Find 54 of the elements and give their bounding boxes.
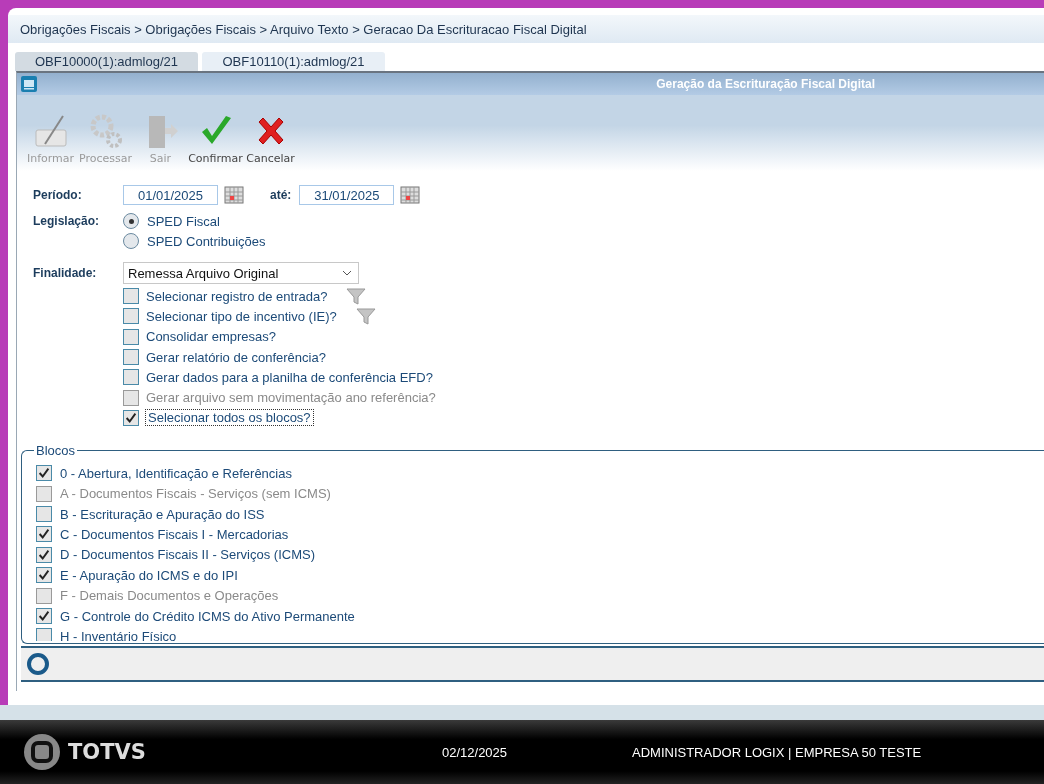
filter-icon[interactable] (346, 287, 367, 306)
checkbox[interactable] (36, 526, 52, 543)
field-label: Finalidade: (33, 266, 98, 280)
date-field[interactable]: 31/01/2025 (299, 185, 395, 205)
calendar-icon[interactable] (224, 186, 244, 204)
radio-button[interactable] (123, 233, 139, 249)
radio-button[interactable] (123, 213, 139, 229)
tab[interactable]: OBF10000(1):admlog/21 (15, 52, 198, 71)
date-text: 02/12/2025 (442, 744, 509, 760)
calendar-icon[interactable] (400, 186, 421, 204)
checkbox-label[interactable]: C - Documentos Fiscais I - Mercadorias (60, 526, 289, 542)
checkbox[interactable] (123, 288, 139, 305)
checkbox[interactable] (123, 409, 139, 426)
checkbox-label[interactable]: Selecionar tipo de incentivo (IE)? (146, 308, 337, 324)
checkbox-label[interactable]: H - Inventário Físico (60, 628, 177, 642)
checkbox[interactable] (36, 628, 52, 642)
checkbox[interactable] (36, 506, 52, 523)
user-company-text: ADMINISTRADOR LOGIX | EMPRESA 50 TESTE (632, 744, 922, 760)
checkbox-label[interactable]: E - Apuração do ICMS e do IPI (60, 567, 238, 583)
checkbox[interactable] (36, 465, 52, 482)
toolbar-button[interactable]: Confirmar (188, 112, 243, 165)
checkbox[interactable] (36, 608, 52, 624)
field-label: Legislação: (33, 214, 101, 228)
checkbox-label[interactable]: B - Escrituração e Apuração do ISS (60, 506, 265, 522)
filter-icon[interactable] (355, 307, 376, 326)
window-icon[interactable] (21, 76, 37, 92)
checkbox-label[interactable]: D - Documentos Fiscais II - Serviços (ICMS) (60, 547, 315, 563)
dropdown[interactable]: Remessa Arquivo Original (123, 262, 359, 284)
checkbox-label[interactable]: G - Controle do Crédito ICMS do Ativo Permanente (60, 608, 355, 624)
checkbox-label[interactable]: Selecionar todos os blocos? (146, 410, 313, 426)
field-label: até: (270, 188, 292, 202)
breadcrumb: Obrigações Fiscais > Obrigações Fiscais > Arquivo Texto > Geracao Da Escrituracao Fiscal Digital (8, 15, 1044, 43)
toolbar-button[interactable]: Cancelar (243, 112, 298, 165)
brand-name: TOTVS (68, 740, 146, 764)
caret-icon[interactable] (342, 270, 352, 276)
checkbox[interactable] (123, 349, 139, 366)
date-field[interactable]: 01/01/2025 (123, 185, 218, 205)
field-label: Período: (33, 188, 83, 202)
logo-icon (22, 732, 62, 772)
checkbox-label[interactable]: Selecionar registro de entrada? (146, 288, 328, 304)
radio-label[interactable]: SPED Fiscal (147, 213, 220, 229)
checkbox[interactable] (123, 369, 139, 386)
tab[interactable]: OBF10110(1):admlog/21 (202, 52, 385, 71)
checkbox[interactable] (36, 546, 52, 563)
checkbox-label[interactable]: 0 - Abertura, Identificação e Referências (60, 465, 292, 481)
radio-label[interactable]: SPED Contribuições (147, 233, 266, 249)
window-title: Geração da Escrituração Fiscal Digital (656, 77, 875, 91)
checkbox-label[interactable]: Consolidar empresas? (146, 329, 277, 345)
checkbox-label[interactable]: Gerar relatório de conferência? (146, 349, 326, 365)
checkbox[interactable] (36, 567, 52, 584)
circle-logo-icon (27, 653, 49, 676)
checkbox-label[interactable]: Gerar dados para a planilha de conferência EFD? (146, 369, 433, 385)
checkbox[interactable] (123, 328, 139, 345)
checkbox[interactable] (123, 308, 139, 325)
